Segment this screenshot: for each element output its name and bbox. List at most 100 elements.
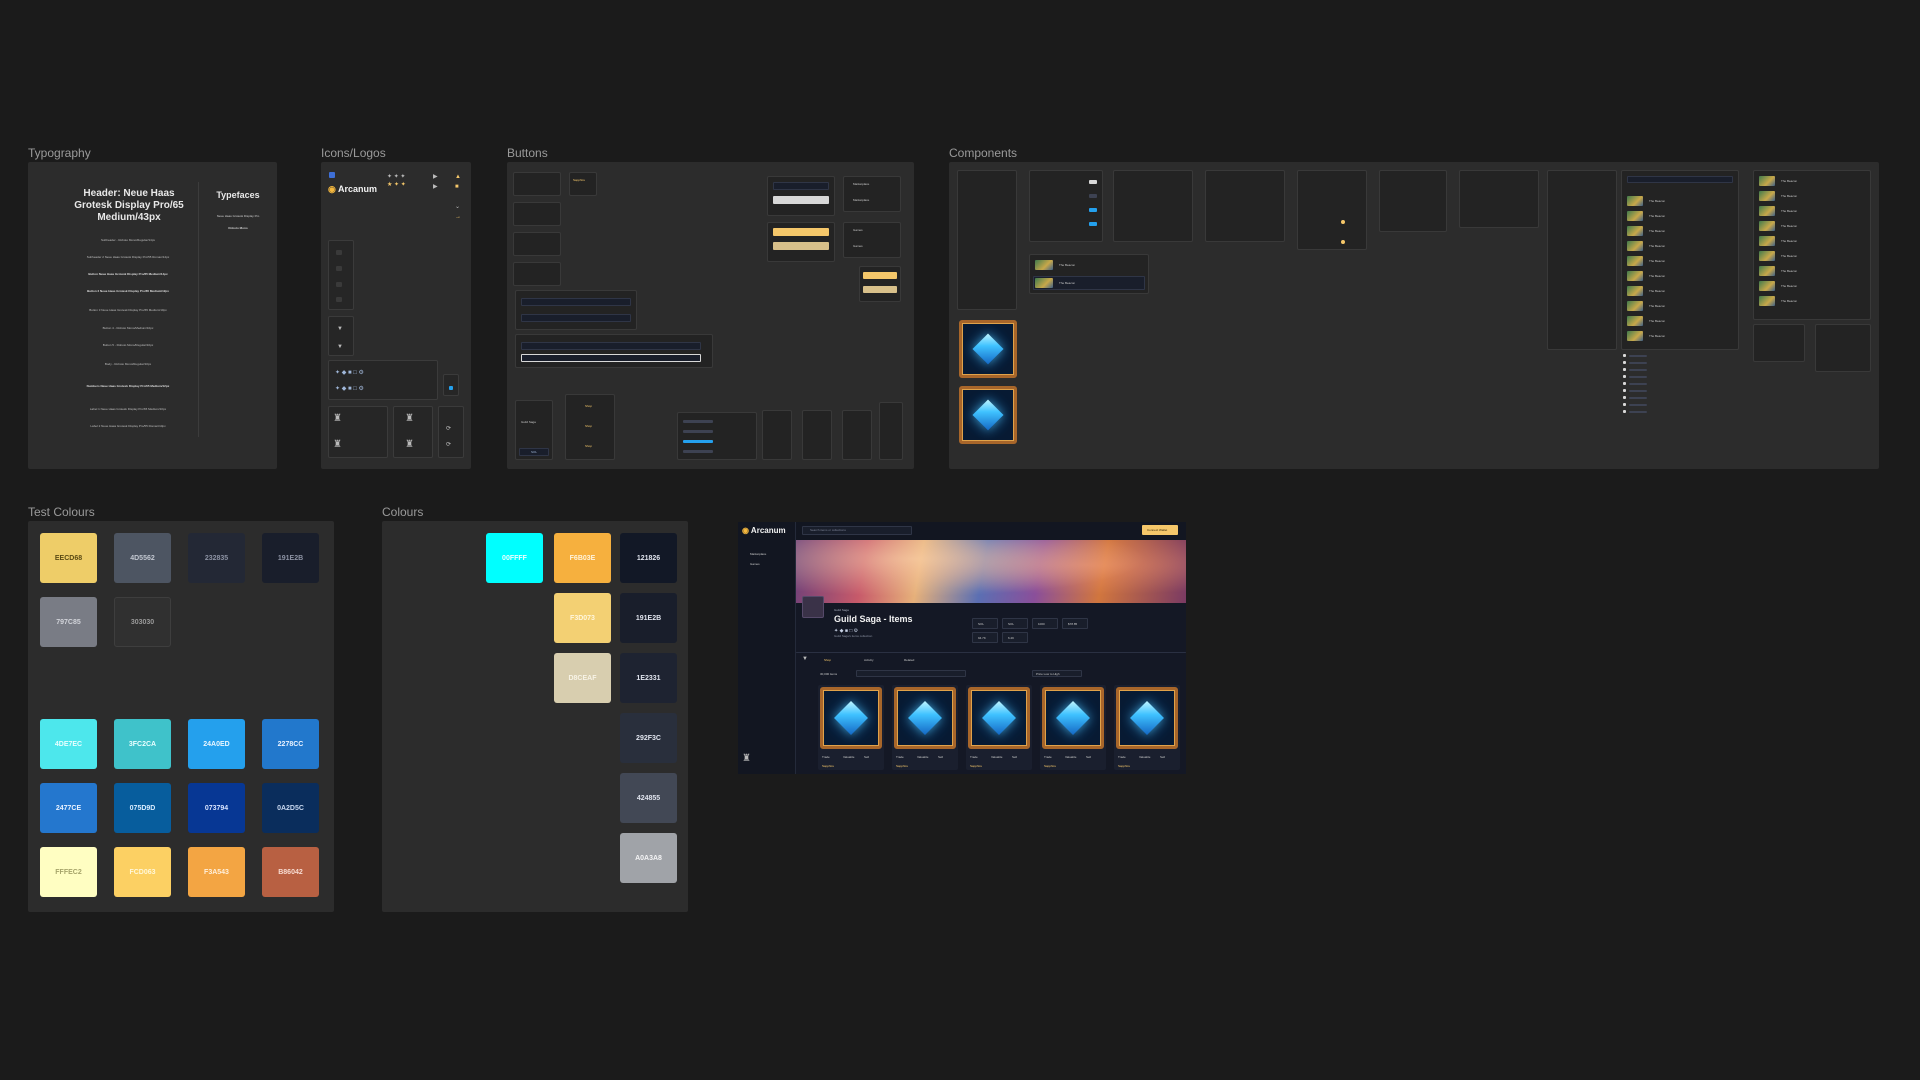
item-row-name[interactable]: The Beacon — [1781, 254, 1797, 258]
item-card[interactable]: Trade Valuable Sell Sapphire — [966, 685, 1032, 770]
item-row-name[interactable]: The Beacon — [1781, 179, 1797, 183]
item-action-button[interactable]: Trade — [1044, 755, 1052, 759]
item-action-button[interactable]: Valuable — [843, 755, 854, 759]
checkbox-row-2[interactable] — [683, 430, 713, 433]
checkbox-row-4[interactable] — [683, 450, 713, 453]
item-action-button[interactable]: Trade — [1118, 755, 1126, 759]
item-row-name[interactable]: The Beacon — [1781, 239, 1797, 243]
shop-label-2[interactable]: Shop — [585, 424, 592, 428]
tab-activity[interactable]: Activity — [864, 658, 874, 662]
checklist-box[interactable] — [1623, 368, 1626, 371]
collection-row-name[interactable]: The Beacon — [1649, 289, 1665, 293]
item-row-name[interactable]: The Beacon — [1781, 284, 1797, 288]
item-action-button[interactable]: Sell — [1012, 755, 1017, 759]
checklist-box[interactable] — [1623, 396, 1626, 399]
nav-games-label-2[interactable]: Games — [853, 244, 863, 248]
search-input-sample-3[interactable] — [521, 342, 701, 350]
toggle-switch-2[interactable] — [1089, 194, 1097, 198]
item-row-name[interactable]: The Beacon — [1781, 194, 1797, 198]
filter-toggle-icon[interactable]: ▼ — [802, 656, 808, 662]
checklist-box[interactable] — [1623, 382, 1626, 385]
collection-subtitle: Guild Saga's items collection — [834, 634, 873, 638]
item-row-name[interactable]: The Beacon — [1781, 269, 1797, 273]
stat-value: 6.2K — [1008, 636, 1015, 640]
selected-item-thumb-2 — [1035, 278, 1053, 288]
collection-row-name[interactable]: The Beacon — [1649, 319, 1665, 323]
item-row-name[interactable]: The Beacon — [1781, 299, 1797, 303]
item-action-button[interactable]: Valuable — [1139, 755, 1150, 759]
buy-now-button-2[interactable] — [773, 242, 829, 250]
collection-row-name[interactable]: The Beacon — [1649, 199, 1665, 203]
search-input-active[interactable] — [521, 354, 701, 362]
nav-marketplace-label[interactable]: Marketplace — [853, 182, 869, 186]
collection-title: Guild Saga - Items — [834, 614, 913, 624]
item-row-thumb — [1759, 296, 1775, 306]
collection-row-name[interactable]: The Beacon — [1649, 244, 1665, 248]
checkbox-row[interactable] — [683, 420, 713, 423]
sidebar-item-games[interactable]: Games — [750, 562, 760, 566]
connect-wallet-button-2[interactable] — [863, 286, 897, 293]
collection-row-name[interactable]: The Beacon — [1649, 334, 1665, 338]
tab-related[interactable]: Related — [904, 658, 914, 662]
collection-row-name[interactable]: The Beacon — [1649, 259, 1665, 263]
sidebar-item-marketplace[interactable]: Marketplace — [750, 552, 766, 556]
colour-swatch: F6B03E — [554, 533, 611, 583]
item-card[interactable]: Trade Valuable Sell Sapphire — [892, 685, 958, 770]
arcanum-logo: ◉ Arcanum — [328, 184, 377, 195]
toggle-switch-4[interactable] — [1089, 222, 1097, 226]
item-row-name[interactable]: The Beacon — [1781, 224, 1797, 228]
toggle-switch[interactable] — [1089, 180, 1097, 184]
sort-select-label: Price Low to High — [1036, 672, 1060, 676]
selected-item-name: The Beacon — [1059, 263, 1076, 267]
item-action-button[interactable]: Valuable — [991, 755, 1002, 759]
search-input-sample[interactable] — [521, 298, 631, 306]
collection-search-input[interactable] — [1627, 176, 1733, 183]
sapphire-gem-icon — [982, 701, 1016, 735]
pagination-group — [762, 410, 792, 460]
shop-label-1[interactable]: Shop — [585, 404, 592, 408]
radio-dot[interactable] — [1341, 220, 1345, 224]
nav-marketplace-label-2[interactable]: Marketplace — [853, 198, 869, 202]
item-row-name[interactable]: The Beacon — [1781, 209, 1797, 213]
collection-row-name[interactable]: The Beacon — [1649, 214, 1665, 218]
checklist-box[interactable] — [1623, 375, 1626, 378]
shop-label-3[interactable]: Shop — [585, 444, 592, 448]
item-action-button[interactable]: Sell — [1086, 755, 1091, 759]
toggle-switch-3[interactable] — [1089, 208, 1097, 212]
selected-item-thumb — [1035, 260, 1053, 270]
tab-shop[interactable]: Shop — [824, 658, 831, 662]
item-action-button[interactable]: Valuable — [1065, 755, 1076, 759]
checklist-box[interactable] — [1623, 354, 1626, 357]
button-group-gold-text — [569, 172, 597, 196]
search-input-sample-2[interactable] — [521, 314, 631, 322]
view-guild-website-button[interactable] — [773, 182, 829, 190]
nav-games-label[interactable]: Games — [853, 228, 863, 232]
collection-row-name[interactable]: The Beacon — [1649, 304, 1665, 308]
items-search-input[interactable] — [856, 670, 966, 677]
checklist-box[interactable] — [1623, 361, 1626, 364]
marketplace-logo[interactable]: ◉ Arcanum — [742, 526, 786, 535]
item-card[interactable]: Trade Valuable Sell Sapphire — [1040, 685, 1106, 770]
item-action-button[interactable]: Trade — [896, 755, 904, 759]
item-action-button[interactable]: Trade — [822, 755, 830, 759]
checklist-box[interactable] — [1623, 389, 1626, 392]
test-colour-swatch: 2278CC — [262, 719, 319, 769]
item-action-button[interactable]: Sell — [1160, 755, 1165, 759]
collection-row-name[interactable]: The Beacon — [1649, 274, 1665, 278]
view-guild-website-button-light[interactable] — [773, 196, 829, 204]
item-card[interactable]: Trade Valuable Sell Sapphire — [818, 685, 884, 770]
item-action-button[interactable]: Sell — [938, 755, 943, 759]
connect-wallet-button[interactable] — [863, 272, 897, 279]
section-label-typography: Typography — [28, 146, 91, 160]
collection-row-name[interactable]: The Beacon — [1649, 229, 1665, 233]
item-action-button[interactable]: Sell — [864, 755, 869, 759]
item-action-button[interactable]: Trade — [970, 755, 978, 759]
radio-dot-2[interactable] — [1341, 240, 1345, 244]
checklist-box[interactable] — [1623, 410, 1626, 413]
item-card[interactable]: Trade Valuable Sell Sapphire — [1114, 685, 1180, 770]
collection-row-thumb — [1627, 226, 1643, 236]
checkbox-row-3[interactable] — [683, 440, 713, 443]
buy-now-button[interactable] — [773, 228, 829, 236]
checklist-box[interactable] — [1623, 403, 1626, 406]
item-action-button[interactable]: Valuable — [917, 755, 928, 759]
